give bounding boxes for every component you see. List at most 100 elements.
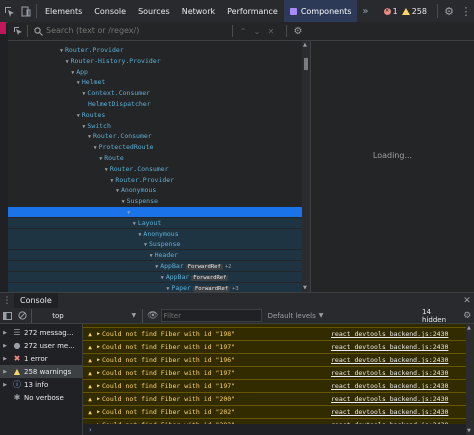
tree-node[interactable]: ▼ Context.Consumer [8, 88, 302, 98]
expand-arrow-icon[interactable]: ▶ [97, 409, 100, 415]
expand-arrow-icon[interactable]: ▶ [97, 357, 100, 363]
tree-node[interactable]: ▼ Switch [8, 121, 302, 131]
expand-arrow-icon[interactable]: ▼ [88, 134, 91, 140]
sidebar-item[interactable]: ✱ No verbose [0, 391, 82, 404]
tree-node[interactable]: ▼ Router.Consumer [8, 131, 302, 141]
tree-node[interactable]: ▼ AppBar ForwardRef +2 [8, 261, 302, 271]
tree-node[interactable]: ▼ Paper ForwardRef +3 [8, 282, 302, 292]
scroll-up-icon[interactable]: ▲ [467, 325, 471, 331]
tree-node[interactable]: ▼ Router.Consumer [8, 164, 302, 174]
expand-arrow-icon[interactable]: ▶ [0, 343, 10, 349]
expand-arrow-icon[interactable]: ▼ [116, 188, 119, 194]
expand-arrow-icon[interactable]: ▼ [94, 145, 97, 151]
expand-arrow-icon[interactable]: ▶ [97, 383, 100, 389]
scroll-down-icon[interactable]: ▼ [303, 285, 307, 291]
expand-arrow-icon[interactable]: ▼ [127, 210, 130, 216]
tab-components[interactable]: Components [283, 0, 358, 22]
expand-arrow-icon[interactable]: ▼ [155, 264, 158, 270]
select-element-icon[interactable] [12, 25, 24, 37]
expand-arrow-icon[interactable]: ▼ [66, 59, 69, 65]
expand-arrow-icon[interactable]: ▶ [97, 331, 100, 337]
expand-arrow-icon[interactable]: ▼ [82, 91, 85, 97]
expand-arrow-icon[interactable]: ▼ [60, 48, 63, 54]
expand-arrow-icon[interactable]: ▼ [166, 286, 169, 292]
scroll-up-icon[interactable]: ▲ [303, 42, 307, 48]
console-message[interactable]: ▲ ▶ Could not find Fiber with id "197" reac… [83, 380, 466, 393]
tree-node[interactable]: ▼ [8, 207, 302, 217]
console-message[interactable]: ▲ ▶ Could not find Fiber with id "202" reac… [83, 406, 466, 419]
tree-node[interactable]: ▼ Route [8, 153, 302, 163]
console-message[interactable]: ▲ ▶ Could not find Fiber with id "200" reac… [83, 393, 466, 406]
expand-arrow-icon[interactable]: ▶ [97, 396, 100, 402]
tree-node[interactable]: ▼ Anonymous [8, 228, 302, 239]
live-expression-eye-icon[interactable]: 👁 [145, 308, 161, 323]
expand-arrow-icon[interactable]: ▼ [110, 178, 113, 184]
message-source-link[interactable]: react_devtools_backend.js:2430 [331, 408, 448, 416]
context-selector[interactable]: top ▼ [34, 308, 140, 323]
expand-arrow-icon[interactable]: ▼ [77, 113, 80, 119]
tab-performance[interactable]: Performance [221, 0, 284, 22]
console-message[interactable]: ▲ ▶ Could not find Fiber with id "197" reac… [83, 367, 466, 380]
message-source-link[interactable]: react_devtools_backend.js:2430 [331, 382, 448, 390]
tree-node[interactable]: ▼ AppBar ForwardRef [8, 271, 302, 282]
message-source-link[interactable]: react_devtools_backend.js:2430 [331, 343, 448, 351]
tree-node[interactable]: ▼ Anonymous [8, 185, 302, 195]
scroll-down-icon[interactable]: ▼ [467, 428, 471, 434]
tree-node[interactable]: ▼ Header [8, 250, 302, 261]
device-toolbar-icon[interactable] [18, 0, 34, 22]
sidebar-item[interactable]: ▶ ⓘ 13 info [0, 378, 82, 391]
expand-arrow-icon[interactable]: ▶ [0, 369, 10, 375]
drawer-menu-icon[interactable]: ⋮ [0, 293, 14, 308]
sidebar-item[interactable]: ▶ ● 272 user me... [0, 339, 82, 352]
console-settings-gear-icon[interactable]: ⚙ [460, 308, 474, 323]
expand-arrow-icon[interactable]: ▼ [161, 275, 164, 281]
more-tabs-icon[interactable]: » [357, 0, 373, 22]
component-tree[interactable]: ▼ Router.Provider ▼ Router-History.Provider… [8, 41, 302, 292]
sidebar-item[interactable]: ▶ ✖ 1 error [0, 352, 82, 365]
drawer-tab-console[interactable]: Console [14, 292, 58, 309]
expand-arrow-icon[interactable]: ▼ [144, 242, 147, 248]
tree-node[interactable]: ▼ Suspense [8, 196, 302, 206]
error-counter[interactable]: × 1 [383, 7, 398, 16]
tree-node[interactable]: ▼ App [8, 67, 302, 77]
log-levels-dropdown[interactable]: Default levels ▼ [268, 312, 414, 320]
expand-arrow-icon[interactable]: ▶ [0, 330, 10, 336]
clear-search-icon[interactable]: ✕ [266, 24, 276, 38]
inspect-element-icon[interactable] [0, 0, 18, 22]
console-message[interactable]: ▲ ▶ Could not find Fiber with id "197" reac… [83, 341, 466, 354]
tree-node[interactable]: ▼ Router.Provider [8, 175, 302, 185]
expand-arrow-icon[interactable]: ▶ [97, 344, 100, 350]
expand-arrow-icon[interactable]: ▼ [99, 156, 102, 162]
expand-arrow-icon[interactable]: ▼ [138, 232, 141, 238]
console-filter-input[interactable] [160, 309, 262, 322]
warning-counter[interactable]: 258 [401, 7, 427, 16]
expand-arrow-icon[interactable]: ▶ [97, 370, 100, 376]
tab-sources[interactable]: Sources [132, 0, 176, 22]
tree-node[interactable]: ▼ Layout [8, 217, 302, 228]
settings-gear-icon[interactable]: ⚙ [292, 24, 304, 38]
tree-scrollbar[interactable]: ▲ ▼ [302, 41, 310, 292]
tab-network[interactable]: Network [176, 0, 221, 22]
expand-arrow-icon[interactable]: ▼ [71, 70, 74, 76]
component-search-input[interactable] [46, 24, 226, 37]
expand-arrow-icon[interactable]: ▼ [122, 199, 125, 205]
tree-node[interactable]: ▼ Suspense [8, 239, 302, 250]
console-message[interactable]: ▲ ▶ Could not find Fiber with id "198" reac… [83, 328, 466, 341]
expand-arrow-icon[interactable]: ▶ [0, 382, 10, 388]
sidebar-toggle-icon[interactable] [0, 308, 16, 323]
console-prompt[interactable]: › [83, 424, 466, 435]
previous-result-icon[interactable]: ⌃ [238, 24, 248, 38]
clear-console-icon[interactable] [16, 308, 30, 323]
expand-arrow-icon[interactable]: ▼ [105, 167, 108, 173]
sidebar-item[interactable]: ▶ ☰ 272 messag... [0, 326, 82, 339]
tree-node[interactable]: ▼ Routes [8, 110, 302, 120]
close-drawer-icon[interactable]: ✕ [460, 293, 474, 308]
expand-arrow-icon[interactable]: ▼ [77, 80, 80, 86]
message-source-link[interactable]: react_devtools_backend.js:2430 [331, 395, 448, 403]
console-message[interactable]: ▲ ▶ Could not find Fiber with id "196" reac… [83, 354, 466, 367]
tab-console[interactable]: Console [88, 0, 132, 22]
sidebar-item[interactable]: ▶ ▲ 258 warnings [0, 365, 82, 378]
tree-node[interactable]: ▼ Router.Provider [8, 45, 302, 55]
messages-scrollbar[interactable]: ▲ ▼ [466, 324, 474, 435]
next-result-icon[interactable]: ⌄ [252, 24, 262, 38]
